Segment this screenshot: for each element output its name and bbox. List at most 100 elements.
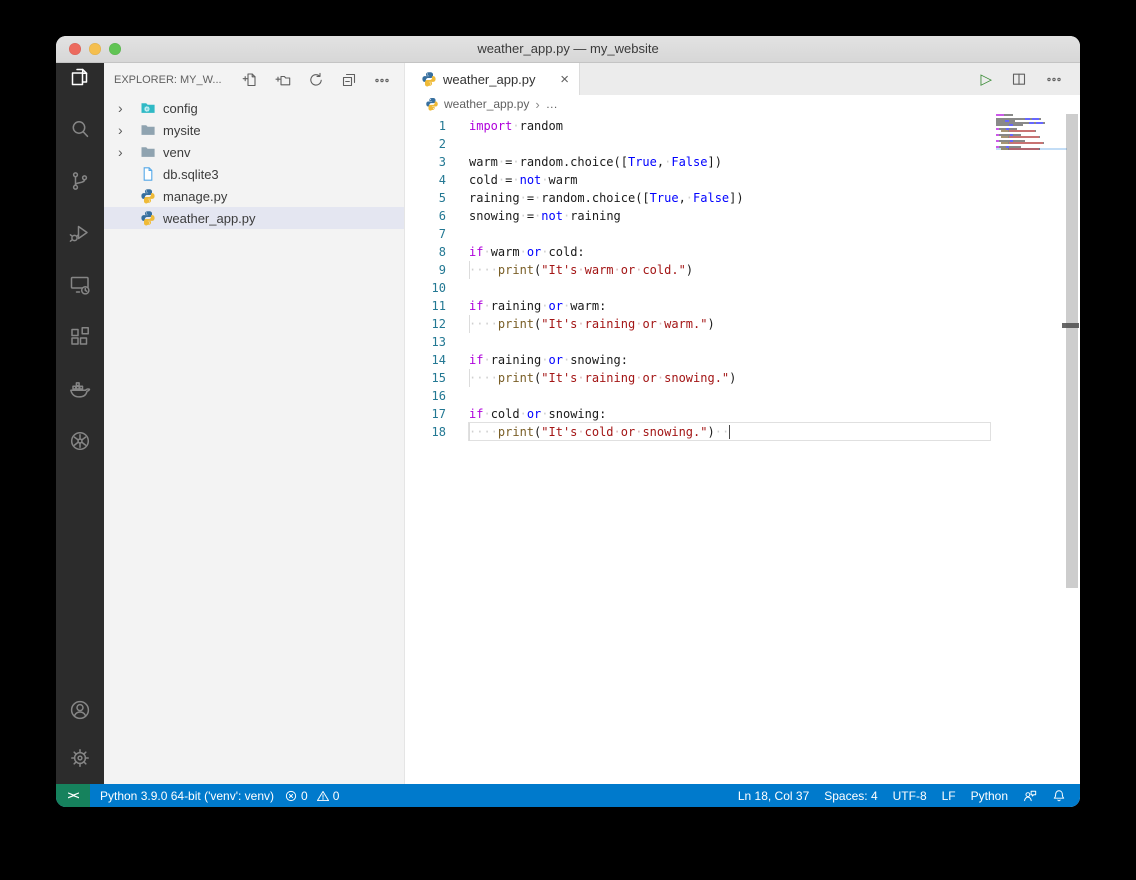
docker-icon[interactable] [68,377,92,401]
explorer-header: EXPLORER: MY_W... [104,63,404,97]
file-row-db.sqlite3[interactable]: db.sqlite3 [104,163,404,185]
zoom-window-button[interactable] [109,43,121,55]
code-line-7[interactable]: 7 [405,225,995,243]
encoding-status[interactable]: UTF-8 [893,789,927,803]
tab-label: weather_app.py [443,72,536,87]
breadcrumb-file[interactable]: weather_app.py [444,97,529,111]
window-controls [69,43,121,55]
file-row-manage.py[interactable]: manage.py [104,185,404,207]
code-line-4[interactable]: 4cold·=·not·warm [405,171,995,189]
chevron-right-icon: › [118,141,137,163]
line-content: ····print("It's·raining·or·warm.") [469,315,715,333]
code-line-8[interactable]: 8if·warm·or·cold: [405,243,995,261]
kubernetes-icon[interactable] [68,429,92,453]
error-count: 0 [301,789,308,803]
python-file-icon [421,71,437,87]
vertical-scrollbar[interactable] [1066,113,1078,784]
file-row-config[interactable]: ›config [104,97,404,119]
file-label: mysite [163,123,201,138]
minimize-window-button[interactable] [89,43,101,55]
line-number: 16 [418,387,446,405]
more-icon[interactable] [1046,71,1062,87]
code-line-15[interactable]: 15····print("It's·raining·or·snowing.") [405,369,995,387]
code-line-11[interactable]: 11if·raining·or·warm: [405,297,995,315]
python-file-icon [425,97,439,111]
code-line-6[interactable]: 6snowing·=·not·raining [405,207,995,225]
ellipsis-icon[interactable] [374,72,390,88]
line-number: 12 [418,315,446,333]
code-line-13[interactable]: 13 [405,333,995,351]
tab-weather-app[interactable]: weather_app.py × [405,63,580,95]
close-window-button[interactable] [69,43,81,55]
overview-ruler-cursor-marker [1062,323,1079,328]
code-line-9[interactable]: 9 ····print("It's·warm·or·cold.") [405,261,995,279]
extensions-icon[interactable] [68,325,92,349]
minimap-line [996,148,1067,150]
split-editor-icon[interactable] [1011,71,1027,87]
desktop: { "window": { "title": "weather_app.py —… [0,0,1136,880]
code-editor[interactable]: 1import·random23warm·=·random.choice([Tr… [405,113,1080,784]
feedback-icon[interactable] [1023,789,1037,803]
code-line-10[interactable]: 10 [405,279,995,297]
line-content: if·cold·or·snowing: [469,405,606,423]
status-right: Ln 18, Col 37 Spaces: 4 UTF-8 LF Python [738,784,1080,807]
account-icon[interactable] [68,698,92,722]
code-line-1[interactable]: 1import·random [405,117,995,135]
window-title: weather_app.py — my_website [56,36,1080,62]
refresh-icon[interactable] [308,72,324,88]
workbench: EXPLORER: MY_W... ›config›mysite›venvdb.… [56,63,1080,784]
line-content: if·raining·or·warm: [469,297,606,315]
file-row-weather_app.py[interactable]: weather_app.py [104,207,404,229]
activity-bar [56,63,104,784]
search-icon[interactable] [68,117,92,141]
file-label: venv [163,145,190,160]
title-bar: weather_app.py — my_website [56,36,1080,63]
python-icon [140,210,156,226]
line-content: ····print("It's·warm·or·cold.") [469,261,693,279]
code-line-2[interactable]: 2 [405,135,995,153]
code-line-5[interactable]: 5raining·=·random.choice([True,·False]) [405,189,995,207]
code-line-3[interactable]: 3warm·=·random.choice([True,·False]) [405,153,995,171]
status-left: >< Python 3.9.0 64-bit ('venv': venv) 00 [56,784,344,807]
line-number: 10 [418,279,446,297]
problems-status[interactable]: 00 [284,789,344,803]
run-button[interactable]: ▷ [980,72,992,87]
activity-bar-top [68,65,92,453]
language-mode-status[interactable]: Python [971,789,1008,803]
new-folder-icon[interactable] [275,72,291,88]
status-bar: >< Python 3.9.0 64-bit ('venv': venv) 00 L… [56,784,1080,807]
debug-icon[interactable] [68,221,92,245]
breadcrumb-more[interactable]: … [546,97,558,111]
python-interpreter-status[interactable]: Python 3.9.0 64-bit ('venv': venv) [100,789,274,803]
eol-status[interactable]: LF [942,789,956,803]
code-line-17[interactable]: 17if·cold·or·snowing: [405,405,995,423]
source-control-icon[interactable] [68,169,92,193]
remote-indicator-icon[interactable]: >< [56,784,90,807]
line-number: 9 [418,261,446,279]
code-line-12[interactable]: 12 ····print("It's·raining·or·warm.") [405,315,995,333]
new-file-icon[interactable] [242,72,258,88]
scrollbar-thumb[interactable] [1066,114,1078,588]
minimap[interactable] [996,114,1067,150]
chevron-right-icon: › [118,119,137,141]
cursor-position-status[interactable]: Ln 18, Col 37 [738,789,809,803]
close-tab-icon[interactable]: × [560,71,569,88]
editor-actions: ▷ [980,63,1080,95]
line-number: 18 [418,423,446,441]
gear-icon[interactable] [68,746,92,770]
code-line-18[interactable]: 18····print("It's·cold·or·snowing.")·· [405,423,995,441]
remote-explorer-icon[interactable] [68,273,92,297]
collapse-all-icon[interactable] [341,72,357,88]
code-line-16[interactable]: 16 [405,387,995,405]
warning-icon [316,789,330,803]
file-row-venv[interactable]: › venv [104,141,404,163]
indentation-status[interactable]: Spaces: 4 [824,789,877,803]
code-line-14[interactable]: 14if·raining·or·snowing: [405,351,995,369]
line-content: warm·=·random.choice([True,·False]) [469,153,722,171]
line-content: snowing·=·not·raining [469,207,621,225]
file-row-mysite[interactable]: › mysite [104,119,404,141]
bell-icon[interactable] [1052,789,1066,803]
files-icon[interactable] [68,65,92,89]
text-cursor [729,425,730,439]
explorer-sidebar: EXPLORER: MY_W... ›config›mysite›venvdb.… [104,63,404,784]
